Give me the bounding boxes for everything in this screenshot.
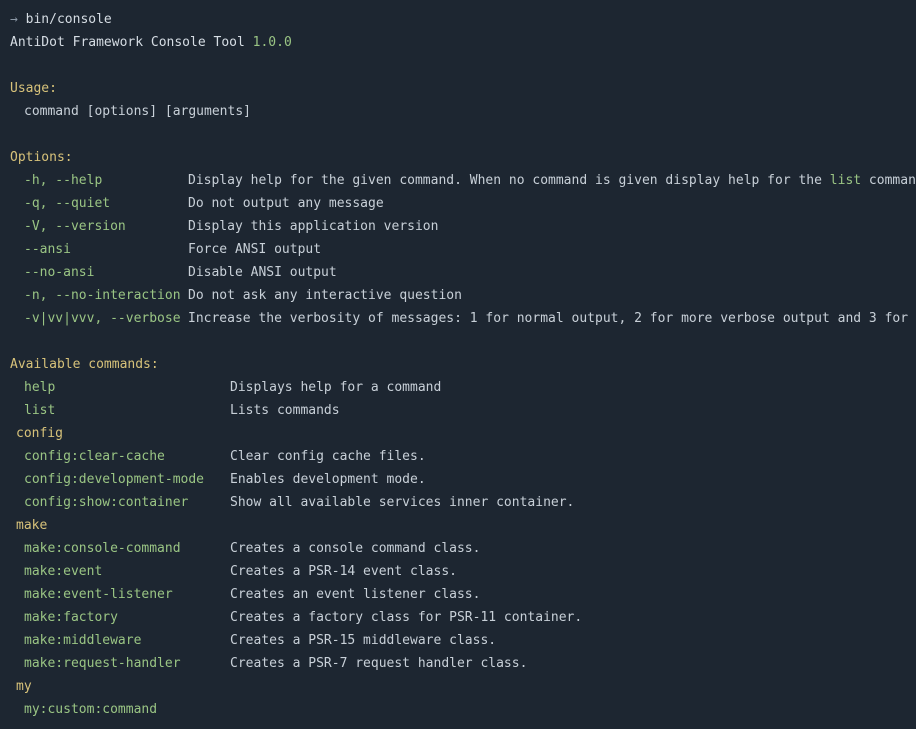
usage-heading: Usage:	[10, 77, 906, 100]
command-name: config:show:container	[24, 491, 230, 514]
available-list: helpDisplays help for a commandlistLists…	[10, 376, 906, 721]
command-description: Show all available services inner contai…	[230, 491, 574, 514]
command-row: make:event-listenerCreates an event list…	[10, 583, 906, 606]
option-desc-text: Do not output any message	[188, 196, 384, 211]
command-row: make:request-handlerCreates a PSR-7 requ…	[10, 652, 906, 675]
command-description: Clear config cache files.	[230, 445, 426, 468]
option-description: Force ANSI output	[188, 238, 321, 261]
command-row: make:factoryCreates a factory class for …	[10, 606, 906, 629]
option-desc-text: Increase the verbosity of messages: 1 fo…	[188, 311, 916, 326]
options-list: -h, --helpDisplay help for the given com…	[10, 169, 906, 330]
command-row: config:development-modeEnables developme…	[10, 468, 906, 491]
command-name: make:factory	[24, 606, 230, 629]
command-name: make:middleware	[24, 629, 230, 652]
command-description: Displays help for a command	[230, 376, 441, 399]
option-flag: --ansi	[24, 238, 188, 261]
command-name: make:request-handler	[24, 652, 230, 675]
option-row: -v|vv|vvv, --verboseIncrease the verbosi…	[10, 307, 906, 330]
option-flag: -v|vv|vvv, --verbose	[24, 307, 188, 330]
option-desc-text: Force ANSI output	[188, 242, 321, 257]
option-row: -n, --no-interactionDo not ask any inter…	[10, 284, 906, 307]
option-row: --no-ansiDisable ANSI output	[10, 261, 906, 284]
option-description: Display help for the given command. When…	[188, 169, 916, 192]
option-description: Do not output any message	[188, 192, 384, 215]
command-name: help	[24, 376, 230, 399]
prompt-symbol: →	[10, 12, 18, 27]
usage-line: command [options] [arguments]	[10, 100, 906, 123]
command-description: Enables development mode.	[230, 468, 426, 491]
blank-line	[10, 330, 906, 353]
blank-line	[10, 123, 906, 146]
command-name: make:event-listener	[24, 583, 230, 606]
command-description: Creates a factory class for PSR-11 conta…	[230, 606, 582, 629]
command-row: config:clear-cacheClear config cache fil…	[10, 445, 906, 468]
blank-line	[10, 54, 906, 77]
command-name: make:event	[24, 560, 230, 583]
option-desc-text: Display help for the given command. When…	[188, 173, 830, 188]
option-flag: -q, --quiet	[24, 192, 188, 215]
option-desc-text: Disable ANSI output	[188, 265, 337, 280]
option-description: Display this application version	[188, 215, 438, 238]
available-heading: Available commands:	[10, 353, 906, 376]
command-description: Lists commands	[230, 399, 340, 422]
option-desc-text: Do not ask any interactive question	[188, 288, 462, 303]
command-description: Creates a PSR-15 middleware class.	[230, 629, 496, 652]
option-desc-text: Display this application version	[188, 219, 438, 234]
option-flag: --no-ansi	[24, 261, 188, 284]
command-description: Creates a PSR-7 request handler class.	[230, 652, 527, 675]
command-group-label: my	[10, 675, 906, 698]
command-description: Creates a PSR-14 event class.	[230, 560, 457, 583]
option-row: -q, --quietDo not output any message	[10, 192, 906, 215]
command-description: Creates a console command class.	[230, 537, 480, 560]
command-group-label: make	[10, 514, 906, 537]
option-row: --ansiForce ANSI output	[10, 238, 906, 261]
app-title-text: AntiDot Framework Console Tool	[10, 35, 253, 50]
app-title: AntiDot Framework Console Tool 1.0.0	[10, 31, 906, 54]
command-row: make:eventCreates a PSR-14 event class.	[10, 560, 906, 583]
prompt-line: → bin/console	[10, 8, 906, 31]
option-description: Increase the verbosity of messages: 1 fo…	[188, 307, 916, 330]
command-row: listLists commands	[10, 399, 906, 422]
command-name: list	[24, 399, 230, 422]
option-description: Disable ANSI output	[188, 261, 337, 284]
option-desc-highlight: list	[830, 173, 861, 188]
command-description: Creates an event listener class.	[230, 583, 480, 606]
option-flag: -V, --version	[24, 215, 188, 238]
option-row: -V, --versionDisplay this application ve…	[10, 215, 906, 238]
command-row: my:custom:command	[10, 698, 906, 721]
command-name: make:console-command	[24, 537, 230, 560]
option-desc-text: command	[861, 173, 916, 188]
command-group-label: config	[10, 422, 906, 445]
command-name: config:development-mode	[24, 468, 230, 491]
app-version: 1.0.0	[253, 35, 292, 50]
option-row: -h, --helpDisplay help for the given com…	[10, 169, 906, 192]
option-flag: -n, --no-interaction	[24, 284, 188, 307]
command-row: make:console-commandCreates a console co…	[10, 537, 906, 560]
option-flag: -h, --help	[24, 169, 188, 192]
options-heading: Options:	[10, 146, 906, 169]
command-row: config:show:containerShow all available …	[10, 491, 906, 514]
option-description: Do not ask any interactive question	[188, 284, 462, 307]
command-row: make:middlewareCreates a PSR-15 middlewa…	[10, 629, 906, 652]
prompt-command: bin/console	[26, 12, 112, 27]
command-row: helpDisplays help for a command	[10, 376, 906, 399]
command-name: my:custom:command	[24, 698, 230, 721]
command-name: config:clear-cache	[24, 445, 230, 468]
